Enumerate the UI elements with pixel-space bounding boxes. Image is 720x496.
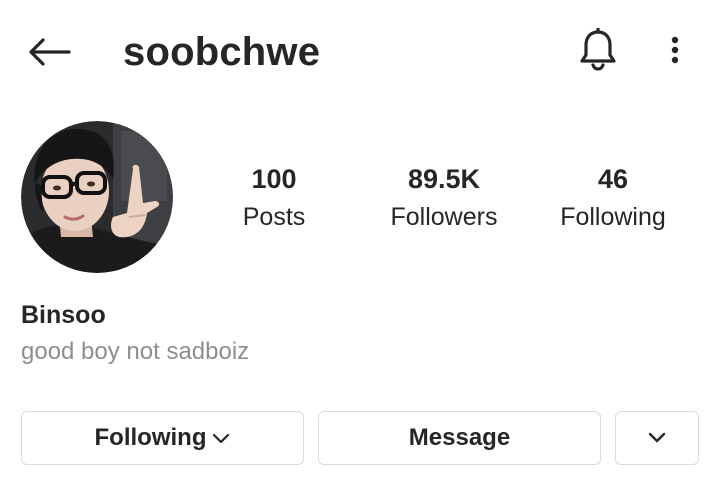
suggested-accounts-button[interactable]	[615, 411, 699, 465]
message-button[interactable]: Message	[318, 411, 601, 465]
profile-photo	[21, 121, 173, 273]
following-count[interactable]: 46 Following	[548, 160, 678, 236]
back-button[interactable]	[26, 30, 72, 74]
chevron-down-icon	[212, 432, 230, 444]
message-button-label: Message	[408, 424, 511, 451]
following-button[interactable]: Following	[21, 411, 304, 465]
notifications-button[interactable]	[574, 26, 622, 74]
followers-label: Followers	[390, 203, 498, 231]
more-vertical-icon	[671, 36, 679, 64]
posts-value: 100	[251, 164, 297, 194]
followers-count[interactable]: 89.5K Followers	[374, 160, 514, 236]
following-value: 46	[597, 164, 629, 194]
chevron-down-icon	[648, 432, 666, 443]
profile-header: soobchwe	[0, 0, 720, 104]
posts-label: Posts	[242, 203, 306, 231]
following-button-label: Following	[94, 424, 207, 451]
display-name: Binsoo	[21, 301, 106, 329]
following-label: Following	[560, 203, 666, 231]
posts-count[interactable]: 100 Posts	[214, 160, 334, 236]
avatar[interactable]	[21, 121, 173, 273]
more-options-button[interactable]	[660, 30, 690, 70]
followers-value: 89.5K	[407, 164, 481, 194]
bio-text: good boy not sadboiz	[21, 338, 250, 365]
page-title-username: soobchwe	[123, 30, 321, 74]
arrow-left-icon	[29, 38, 71, 66]
bell-icon	[580, 28, 616, 71]
